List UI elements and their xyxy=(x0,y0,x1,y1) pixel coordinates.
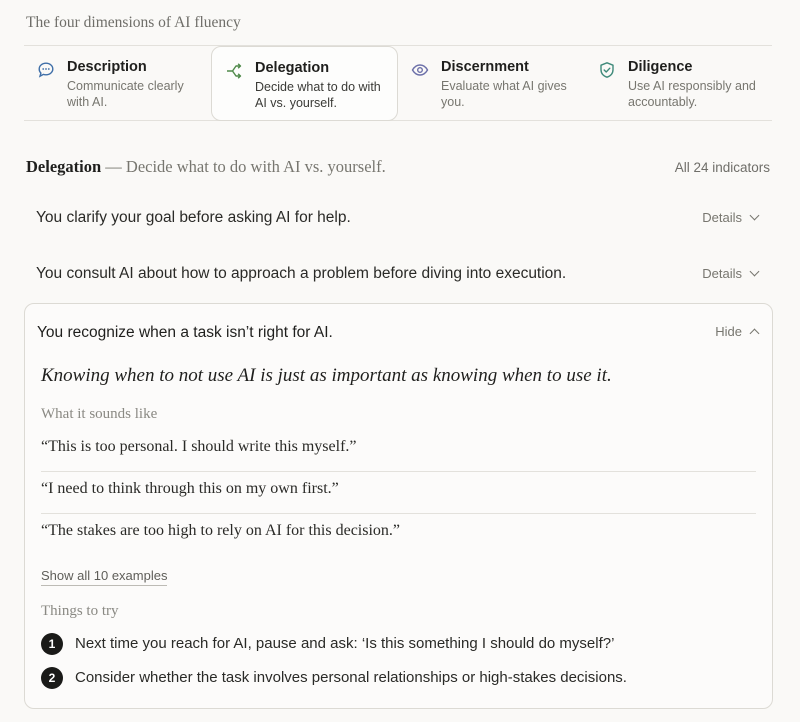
eye-icon xyxy=(411,61,429,79)
tab-description[interactable]: Description Communicate clearly with AI. xyxy=(24,46,211,121)
indicator-row[interactable]: You consult AI about how to approach a p… xyxy=(24,253,772,297)
indicator-text: You clarify your goal before asking AI f… xyxy=(36,209,351,226)
indicator-quote: Knowing when to not use AI is just as im… xyxy=(41,365,612,386)
indicator-text: You recognize when a task isn’t right fo… xyxy=(37,324,333,341)
tab-diligence-desc: Use AI responsibly and accountably. xyxy=(628,79,756,109)
details-toggle[interactable]: Details xyxy=(702,266,760,281)
details-label: Details xyxy=(702,210,742,225)
details-label: Details xyxy=(702,266,742,281)
tab-delegation-name: Delegation xyxy=(255,60,330,76)
example-item: “The stakes are too high to rely on AI f… xyxy=(41,522,401,539)
dimension-tabs: Description Communicate clearly with AI.… xyxy=(24,45,772,121)
show-all-examples-link[interactable]: Show all 10 examples xyxy=(41,568,168,586)
try-text: Next time you reach for AI, pause and as… xyxy=(75,635,615,652)
try-text: Consider whether the task involves perso… xyxy=(75,669,627,686)
hide-label: Hide xyxy=(715,324,742,339)
sounds-like-label: What it sounds like xyxy=(41,406,158,422)
details-toggle[interactable]: Details xyxy=(702,210,760,225)
tab-discernment-name: Discernment xyxy=(441,59,529,75)
example-item: “This is too personal. I should write th… xyxy=(41,430,756,472)
example-item: “I need to think through this on my own … xyxy=(41,472,756,514)
chevron-down-icon xyxy=(749,210,760,221)
branch-arrows-icon xyxy=(225,62,243,80)
section-title: Delegation — Decide what to do with AI v… xyxy=(26,157,386,177)
tab-discernment[interactable]: Discernment Evaluate what AI gives you. xyxy=(398,46,585,121)
chat-bubble-icon xyxy=(37,61,55,79)
indicator-text: You consult AI about how to approach a p… xyxy=(36,265,567,282)
tab-diligence-name: Diligence xyxy=(628,59,693,75)
chevron-up-icon xyxy=(749,328,760,339)
things-to-try-label: Things to try xyxy=(41,603,119,619)
step-number-badge: 2 xyxy=(41,667,63,689)
tab-diligence[interactable]: Diligence Use AI responsibly and account… xyxy=(585,46,772,121)
tab-discernment-desc: Evaluate what AI gives you. xyxy=(441,79,567,109)
tab-description-desc: Communicate clearly with AI. xyxy=(67,79,184,109)
indicator-row[interactable]: You clarify your goal before asking AI f… xyxy=(24,197,772,241)
expanded-indicator: You recognize when a task isn’t right fo… xyxy=(24,303,773,709)
section-desc: — Decide what to do with AI vs. yourself… xyxy=(101,157,386,176)
tab-delegation-desc: Decide what to do with AI vs. yourself. xyxy=(255,80,381,110)
tab-description-name: Description xyxy=(67,59,147,75)
tab-delegation[interactable]: Delegation Decide what to do with AI vs.… xyxy=(211,46,398,121)
step-number-badge: 1 xyxy=(41,633,63,655)
section-name: Delegation xyxy=(26,157,102,176)
chevron-down-icon xyxy=(749,266,760,277)
hide-toggle[interactable]: Hide xyxy=(715,324,760,339)
all-indicators-link[interactable]: All 24 indicators xyxy=(675,160,770,175)
page-title: The four dimensions of AI fluency xyxy=(26,14,241,31)
shield-check-icon xyxy=(598,61,616,79)
